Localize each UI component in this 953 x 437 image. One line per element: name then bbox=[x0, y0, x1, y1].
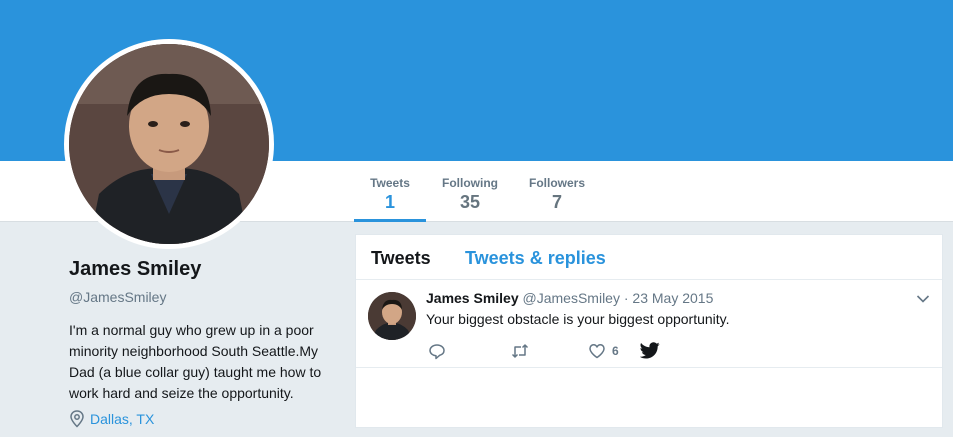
avatar-photo bbox=[69, 44, 269, 244]
tab-tweets-and-replies[interactable]: Tweets & replies bbox=[465, 248, 606, 269]
tweet-avatar[interactable] bbox=[368, 292, 416, 340]
heart-icon bbox=[589, 344, 605, 359]
like-count: 6 bbox=[612, 344, 619, 358]
stat-following[interactable]: Following 35 bbox=[432, 161, 508, 222]
profile-card: James Smiley @JamesSmiley I'm a normal g… bbox=[69, 258, 339, 428]
location-link[interactable]: Dallas, TX bbox=[90, 411, 154, 427]
profile-handle[interactable]: @JamesSmiley bbox=[69, 289, 339, 305]
tweet-separator: · bbox=[623, 290, 629, 306]
profile-location: Dallas, TX bbox=[69, 410, 154, 428]
chevron-down-icon[interactable] bbox=[916, 294, 930, 304]
profile-bio: I'm a normal guy who grew up in a poor m… bbox=[69, 322, 322, 401]
timeline: Tweets Tweets & replies James Smiley @Ja… bbox=[355, 234, 943, 428]
tab-tweets[interactable]: Tweets bbox=[371, 248, 431, 269]
timeline-tabs: Tweets Tweets & replies bbox=[356, 235, 942, 280]
stat-tweets[interactable]: Tweets 1 bbox=[354, 161, 426, 222]
tweet-text: Your biggest obstacle is your biggest op… bbox=[426, 311, 730, 327]
tweet-date[interactable]: 23 May 2015 bbox=[632, 290, 713, 306]
stat-followers-value: 7 bbox=[551, 192, 562, 212]
stat-tweets-value: 1 bbox=[384, 192, 395, 212]
tweet-author-handle[interactable]: @JamesSmiley bbox=[523, 290, 620, 306]
location-pin-icon bbox=[70, 410, 84, 428]
retweet-icon bbox=[511, 344, 529, 358]
reply-button[interactable] bbox=[428, 342, 446, 360]
stat-following-label: Following bbox=[442, 176, 498, 190]
twitter-bird-icon bbox=[640, 342, 660, 359]
profile-avatar[interactable] bbox=[64, 39, 274, 249]
like-button[interactable]: 6 bbox=[588, 342, 619, 360]
stat-tweets-label: Tweets bbox=[370, 176, 410, 190]
tweet-author-name[interactable]: James Smiley bbox=[426, 290, 519, 306]
tweet-header: James Smiley @JamesSmiley · 23 May 2015 bbox=[426, 290, 713, 306]
stat-followers[interactable]: Followers 7 bbox=[518, 161, 596, 222]
retweet-button[interactable] bbox=[510, 342, 530, 360]
reply-icon bbox=[429, 344, 445, 360]
stat-followers-label: Followers bbox=[528, 176, 585, 190]
stat-following-value: 35 bbox=[459, 192, 481, 212]
profile-name[interactable]: James Smiley bbox=[69, 258, 339, 281]
